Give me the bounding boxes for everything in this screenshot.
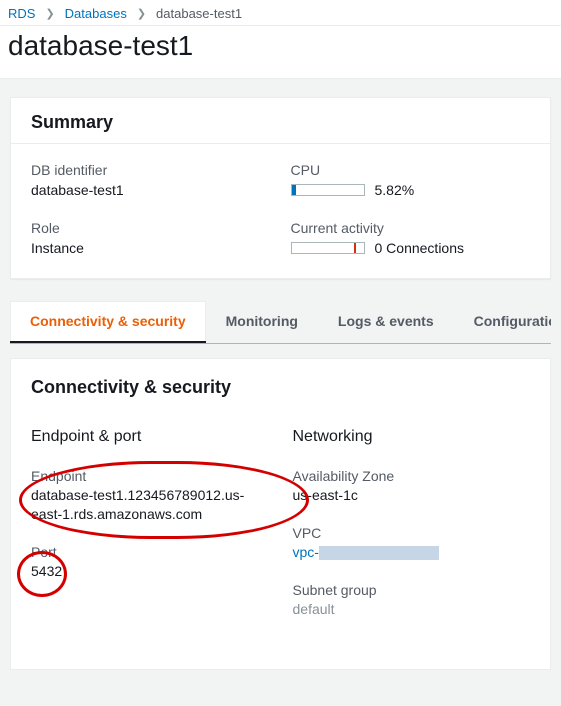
role-label: Role <box>31 220 271 236</box>
chevron-right-icon: ❯ <box>45 7 54 20</box>
tab-configuration[interactable]: Configuration <box>454 301 551 343</box>
tab-connectivity-security[interactable]: Connectivity & security <box>10 301 206 344</box>
cpu-bar-fill <box>292 185 296 195</box>
vpc-link[interactable]: vpc- <box>293 544 319 560</box>
connectivity-panel: Connectivity & security Endpoint & port … <box>10 358 551 670</box>
endpoint-label: Endpoint <box>31 468 269 484</box>
activity-label: Current activity <box>291 220 531 236</box>
connectivity-header: Connectivity & security <box>31 377 530 398</box>
tab-logs-events[interactable]: Logs & events <box>318 301 454 343</box>
vpc-value: vpc- <box>293 543 531 562</box>
subnet-group-value: default <box>293 600 531 619</box>
vpc-redacted <box>319 546 439 560</box>
tab-monitoring[interactable]: Monitoring <box>206 301 318 343</box>
networking-header: Networking <box>293 428 531 446</box>
cpu-value: 5.82% <box>375 182 415 198</box>
subnet-group-label: Subnet group <box>293 582 531 598</box>
breadcrumb: RDS ❯ Databases ❯ database-test1 <box>0 0 561 26</box>
field-role: Role Instance <box>31 220 271 256</box>
az-label: Availability Zone <box>293 468 531 484</box>
networking-section: Networking Availability Zone us-east-1c … <box>293 428 531 639</box>
db-identifier-label: DB identifier <box>31 162 271 178</box>
breadcrumb-databases[interactable]: Databases <box>65 6 127 21</box>
port-label: Port <box>31 544 269 560</box>
activity-bar <box>291 242 365 254</box>
summary-header: Summary <box>11 98 550 144</box>
summary-panel: Summary DB identifier database-test1 CPU… <box>10 97 551 279</box>
endpoint-value: database-test1.123456789012.us-east-1.rd… <box>31 486 269 524</box>
endpoint-port-section: Endpoint & port Endpoint database-test1.… <box>31 428 269 639</box>
activity-bar-tick <box>354 243 356 253</box>
breadcrumb-rds[interactable]: RDS <box>8 6 35 21</box>
page-title: database-test1 <box>0 26 561 79</box>
field-db-identifier: DB identifier database-test1 <box>31 162 271 198</box>
db-identifier-value: database-test1 <box>31 182 271 198</box>
az-value: us-east-1c <box>293 486 531 505</box>
cpu-bar <box>291 184 365 196</box>
tabs: Connectivity & security Monitoring Logs … <box>10 301 551 344</box>
port-value: 5432 <box>31 562 269 581</box>
role-value: Instance <box>31 240 271 256</box>
cpu-label: CPU <box>291 162 531 178</box>
field-cpu: CPU 5.82% <box>291 162 531 198</box>
chevron-right-icon: ❯ <box>137 7 146 20</box>
field-activity: Current activity 0 Connections <box>291 220 531 256</box>
activity-value: 0 Connections <box>375 240 465 256</box>
endpoint-port-header: Endpoint & port <box>31 428 269 446</box>
vpc-label: VPC <box>293 525 531 541</box>
breadcrumb-current: database-test1 <box>156 6 242 21</box>
